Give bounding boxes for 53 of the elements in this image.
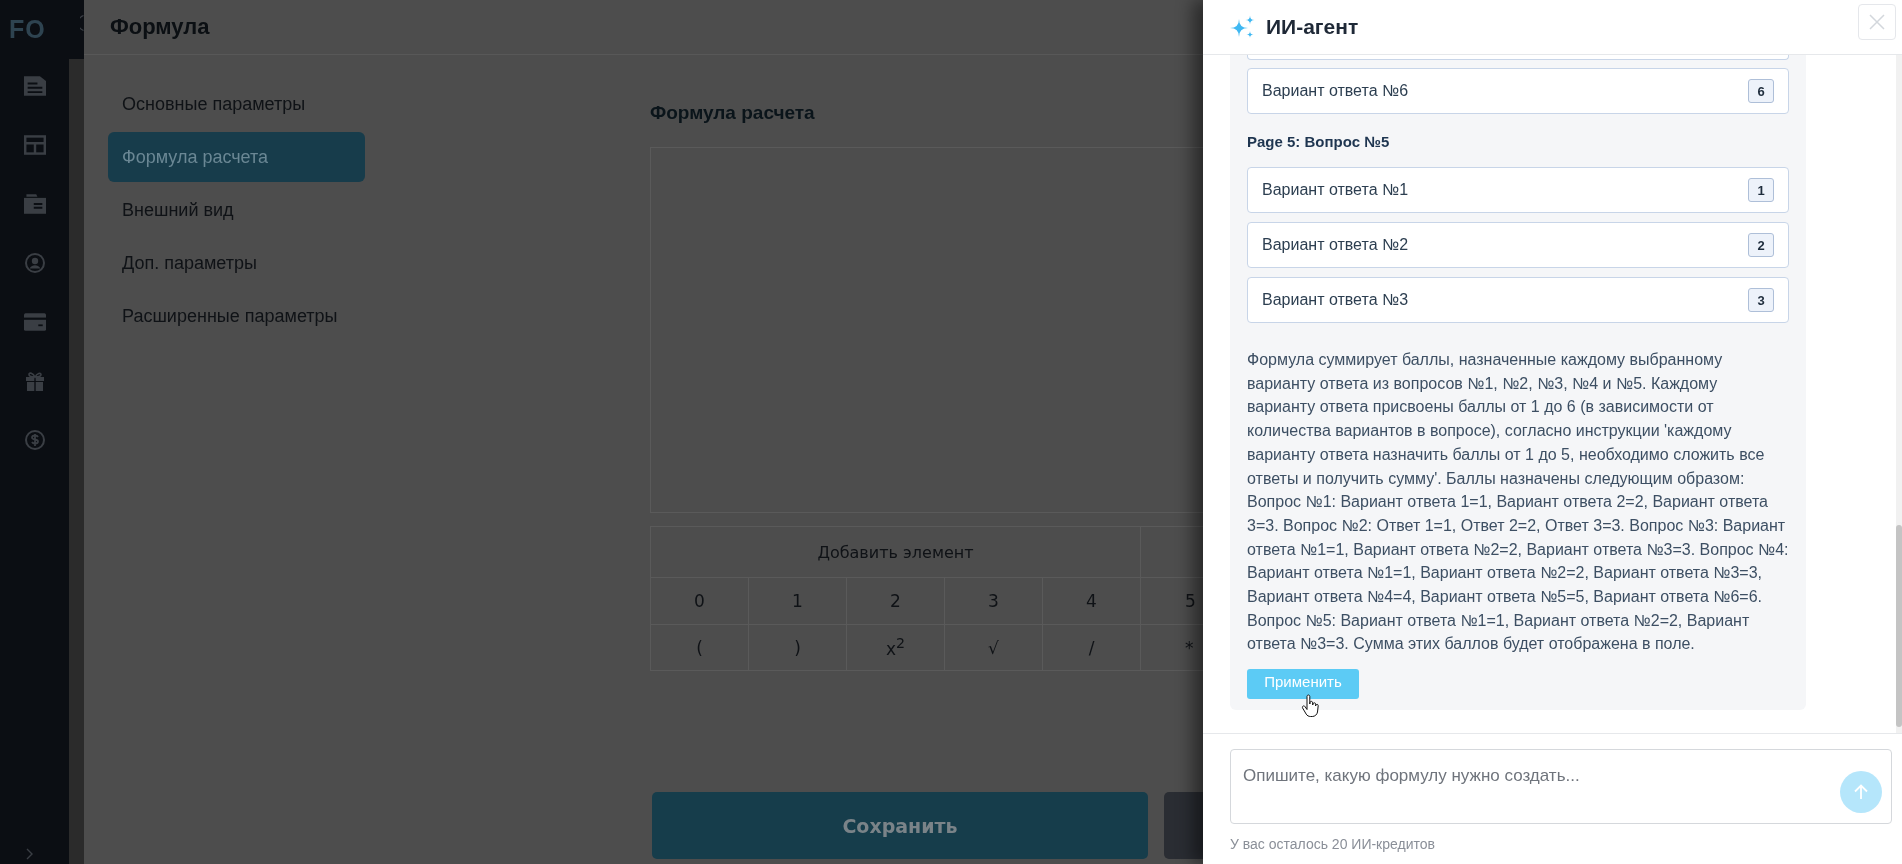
keypad-key[interactable]: x$^{2}$ xyxy=(847,625,945,671)
option-card[interactable]: Вариант ответа №3 3 xyxy=(1247,277,1789,323)
option-card[interactable]: Вариант ответа №2 2 xyxy=(1247,222,1789,268)
section-title: Формула расчета xyxy=(650,101,816,125)
score-badge: 2 xyxy=(1748,233,1774,257)
message-input-field[interactable]: Опишите, какую формулу нужно создать... xyxy=(1230,749,1892,824)
keypad-header: Добавить элемент xyxy=(651,527,1141,578)
option-card[interactable]: Вариант ответа №1 1 xyxy=(1247,167,1789,213)
keypad-key[interactable]: 1 xyxy=(749,578,847,625)
apply-button[interactable]: Применить xyxy=(1247,669,1359,700)
keypad-key[interactable]: ) xyxy=(749,625,847,671)
chevron-right-icon[interactable] xyxy=(26,848,33,860)
option-card[interactable]: Вариант ответа №6 6 xyxy=(1247,68,1789,114)
close-button[interactable] xyxy=(1858,4,1896,40)
keypad-key[interactable]: ( xyxy=(651,625,749,671)
settings-tab[interactable]: Внешний вид xyxy=(108,185,365,235)
scrollbar-thumb[interactable] xyxy=(1896,525,1902,727)
secondary-button[interactable] xyxy=(1164,792,1203,859)
credits-note: У вас осталось 20 ИИ-кредитов xyxy=(1230,836,1436,853)
option-label: Вариант ответа №2 xyxy=(1262,236,1409,254)
keypad-key[interactable]: 0 xyxy=(651,578,749,625)
settings-tab[interactable]: Расширенные параметры xyxy=(108,291,365,341)
settings-tab[interactable]: Формула расчета xyxy=(108,132,365,182)
option-label: Вариант ответа №1 xyxy=(1262,181,1409,199)
document-icon[interactable] xyxy=(23,76,46,96)
keypad-key[interactable]: 3 xyxy=(945,578,1043,625)
keypad-key[interactable]: / xyxy=(1043,625,1141,671)
dollar-circle-icon[interactable] xyxy=(23,430,46,450)
score-badge: 3 xyxy=(1748,288,1774,312)
option-label: Вариант ответа №6 xyxy=(1262,82,1409,100)
credit-card-icon[interactable] xyxy=(23,312,46,332)
question-heading: Page 5: Вопрос №5 xyxy=(1247,132,1391,152)
option-card[interactable] xyxy=(1247,55,1789,60)
panel-title: ИИ-агент xyxy=(1266,15,1359,39)
logo[interactable]: FO xyxy=(9,15,46,44)
folder-icon[interactable] xyxy=(23,194,46,214)
keypad-key[interactable]: √ xyxy=(945,625,1043,671)
user-circle-icon[interactable] xyxy=(23,253,46,273)
page-title: Формула xyxy=(110,14,210,40)
score-badge: 1 xyxy=(1748,178,1774,202)
settings-tab[interactable]: Основные параметры xyxy=(108,79,365,129)
layout-icon[interactable] xyxy=(23,135,46,155)
save-button[interactable]: Сохранить xyxy=(652,792,1148,859)
arrow-up-icon xyxy=(1854,784,1868,800)
keypad-key[interactable]: 4 xyxy=(1043,578,1141,625)
close-icon xyxy=(1869,14,1885,30)
option-label: Вариант ответа №3 xyxy=(1262,291,1409,309)
scrollbar-track[interactable] xyxy=(1896,55,1902,733)
formula-description: Формула суммирует баллы, назначенные каждому выбранному варианту ответа из вопросов №1, №2, №3, №4 и №5. Каждому варианту ответа присвоены баллы от 1 до 6 (в зависимости от количества вариантов в вопросе), согласно инструкции 'каждому варианту ответа назначить баллы от 1 до 5, необходимо сложить все ответы и получить сумму'. Баллы назначены следующим образом: Вопрос №1: Вариант ответа 1=1, Вариант ответа 2=2, Вариант ответа 3=3. Вопрос №2: Ответ 1=1, Ответ 2=2, Ответ 3=3. Вопрос №3: Вариант ответа №1=1, Вариант ответа №2=2, Вариант ответа №3=3. Вопрос №4: Вариант ответа №1=1, Вариант ответа №2=2, Вариант ответа №3=3, Вариант ответа №4=4, Вариант ответа №5=5, Вариант ответа №6=6. Вопрос №5: Вариант ответа №1=1, Вариант ответа №2=2, Вариант ответа №3=3. Сумма этих баллов будет отображена в поле. xyxy=(1247,350,1789,655)
keypad-key[interactable]: 2 xyxy=(847,578,945,625)
gift-icon[interactable] xyxy=(23,371,46,391)
score-badge: 6 xyxy=(1748,79,1774,103)
settings-tab[interactable]: Доп. параметры xyxy=(108,238,365,288)
